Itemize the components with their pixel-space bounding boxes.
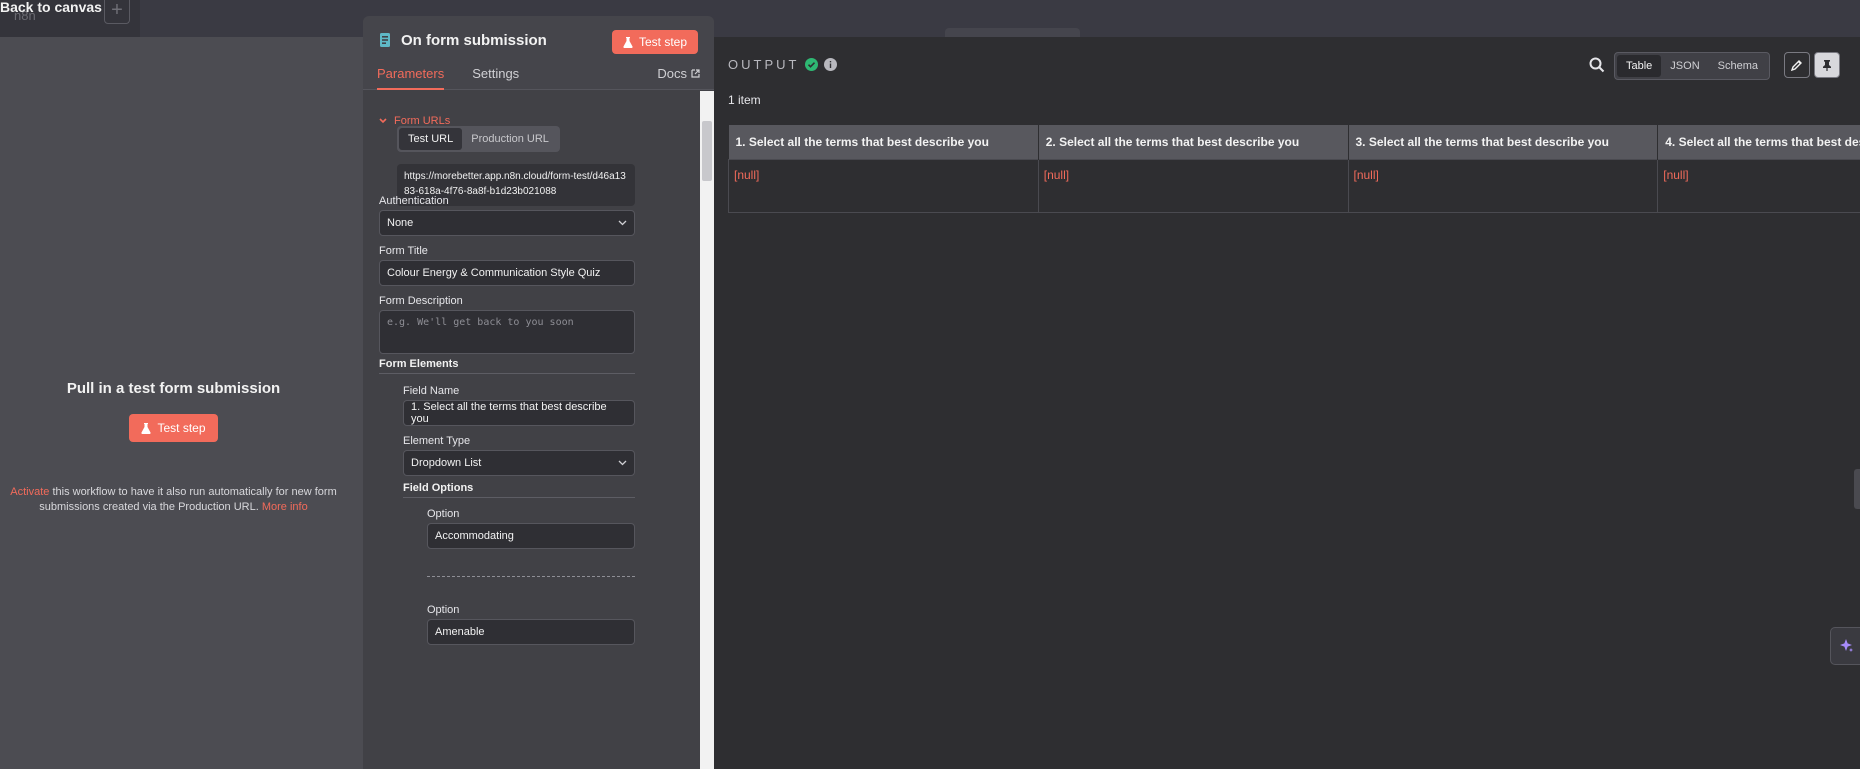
element-type-label: Element Type — [403, 435, 471, 447]
option-1-input[interactable]: Accommodating — [427, 523, 635, 549]
form-node-icon — [380, 33, 390, 47]
add-node-button[interactable]: + — [104, 0, 130, 24]
form-description-input[interactable]: e.g. We'll get back to you soon — [379, 310, 635, 354]
node-title: On form submission — [401, 32, 547, 49]
chevron-down-icon — [618, 220, 627, 226]
element-type-value: Dropdown List — [411, 457, 482, 469]
node-tabs: Parameters Settings — [377, 66, 519, 90]
pencil-icon — [1791, 60, 1802, 71]
output-view-toggle: Table JSON Schema — [1614, 52, 1770, 80]
back-to-canvas-link[interactable]: Back to canvas — [0, 0, 102, 14]
more-info-link[interactable]: More info — [262, 501, 308, 513]
table-column-header[interactable]: 1. Select all the terms that best descri… — [728, 125, 1039, 159]
input-pane: Pull in a test form submission Test step… — [0, 37, 363, 769]
docs-link[interactable]: Docs — [657, 66, 700, 81]
form-title-label: Form Title — [379, 245, 428, 257]
form-elements-divider — [379, 373, 635, 374]
node-test-step-button[interactable]: Test step — [612, 30, 698, 54]
input-test-step-button[interactable]: Test step — [129, 414, 218, 442]
option-2-input[interactable]: Amenable — [427, 619, 635, 645]
output-label: OUTPUT — [728, 57, 800, 72]
input-test-step-label: Test step — [157, 421, 206, 435]
authentication-label: Authentication — [379, 195, 449, 207]
output-header: OUTPUT — [728, 57, 838, 72]
view-table-option[interactable]: Table — [1617, 55, 1662, 77]
view-json-option[interactable]: JSON — [1661, 55, 1708, 77]
table-column-header[interactable]: 4. Select all the terms that best descri… — [1657, 125, 1860, 159]
field-name-label: Field Name — [403, 385, 460, 397]
parameters-scrollbar[interactable] — [700, 91, 714, 769]
info-icon[interactable] — [824, 58, 838, 71]
tab-settings[interactable]: Settings — [472, 66, 519, 90]
input-pane-title: Pull in a test form submission — [66, 380, 281, 397]
edit-output-button[interactable] — [1784, 52, 1810, 78]
option-1-value: Accommodating — [435, 530, 514, 542]
test-url-option[interactable]: Test URL — [399, 128, 463, 150]
activate-link[interactable]: Activate — [10, 486, 49, 498]
pin-icon — [1823, 60, 1831, 71]
form-description-placeholder: e.g. We'll get back to you soon — [387, 317, 574, 328]
form-elements-label: Form Elements — [379, 358, 459, 370]
output-table: 1. Select all the terms that best descri… — [728, 125, 1860, 213]
output-panel: OUTPUT 1 item Table JSON Schema 1. Selec… — [714, 37, 1860, 769]
output-item-count: 1 item — [728, 93, 761, 107]
field-options-divider — [403, 497, 635, 498]
table-cell[interactable]: [null] — [728, 158, 1039, 213]
element-type-select[interactable]: Dropdown List — [403, 450, 635, 476]
table-column-header[interactable]: 3. Select all the terms that best descri… — [1348, 125, 1659, 159]
table-cell[interactable]: [null] — [1347, 158, 1659, 213]
external-link-icon — [691, 69, 700, 78]
activate-info-text: Activate this workflow to have it also r… — [0, 485, 347, 515]
canvas-topbar: n8n + — [0, 0, 1860, 38]
chevron-down-icon — [618, 460, 627, 466]
table-column-header[interactable]: 2. Select all the terms that best descri… — [1038, 125, 1349, 159]
field-name-value: 1. Select all the terms that best descri… — [411, 401, 607, 425]
form-title-input[interactable]: Colour Energy & Communication Style Quiz — [379, 260, 635, 286]
authentication-value: None — [387, 217, 414, 229]
option-2-value: Amenable — [435, 626, 485, 638]
panel-resize-handle[interactable] — [1854, 469, 1860, 509]
option-2-label: Option — [427, 604, 460, 616]
option-1-label: Option — [427, 508, 460, 520]
node-test-step-label: Test step — [638, 35, 688, 49]
sparkle-icon — [1839, 639, 1853, 652]
production-url-option[interactable]: Production URL — [462, 128, 558, 150]
form-description-label: Form Description — [379, 295, 463, 307]
flask-icon — [141, 422, 152, 434]
chevron-down-icon — [379, 118, 387, 124]
url-mode-toggle: Test URL Production URL — [397, 126, 560, 152]
table-cell[interactable]: [null] — [1657, 158, 1860, 213]
field-name-input[interactable]: 1. Select all the terms that best descri… — [403, 400, 635, 426]
output-table-container: 1. Select all the terms that best descri… — [728, 125, 1860, 213]
flask-icon — [623, 36, 633, 48]
form-title-value: Colour Energy & Communication Style Quiz — [387, 267, 601, 279]
docs-label: Docs — [657, 66, 687, 81]
view-schema-option[interactable]: Schema — [1709, 55, 1767, 77]
table-cell[interactable]: [null] — [1037, 158, 1349, 213]
ai-assistant-button[interactable] — [1830, 627, 1860, 665]
field-options-label: Field Options — [403, 482, 474, 494]
node-panel-header: On form submission Test step Parameters … — [363, 16, 714, 90]
pin-output-button[interactable] — [1814, 52, 1840, 78]
parameters-scrollbar-thumb[interactable] — [702, 121, 712, 181]
check-circle-icon — [805, 58, 819, 71]
node-parameters-panel: On form submission Test step Parameters … — [363, 16, 714, 769]
search-icon[interactable] — [1588, 56, 1606, 74]
tab-parameters[interactable]: Parameters — [377, 66, 445, 90]
option-separator — [427, 576, 635, 577]
table-header-row: 1. Select all the terms that best descri… — [728, 125, 1860, 159]
table-row: [null] [null] [null] [null] — [728, 158, 1860, 213]
authentication-select[interactable]: None — [379, 210, 635, 236]
